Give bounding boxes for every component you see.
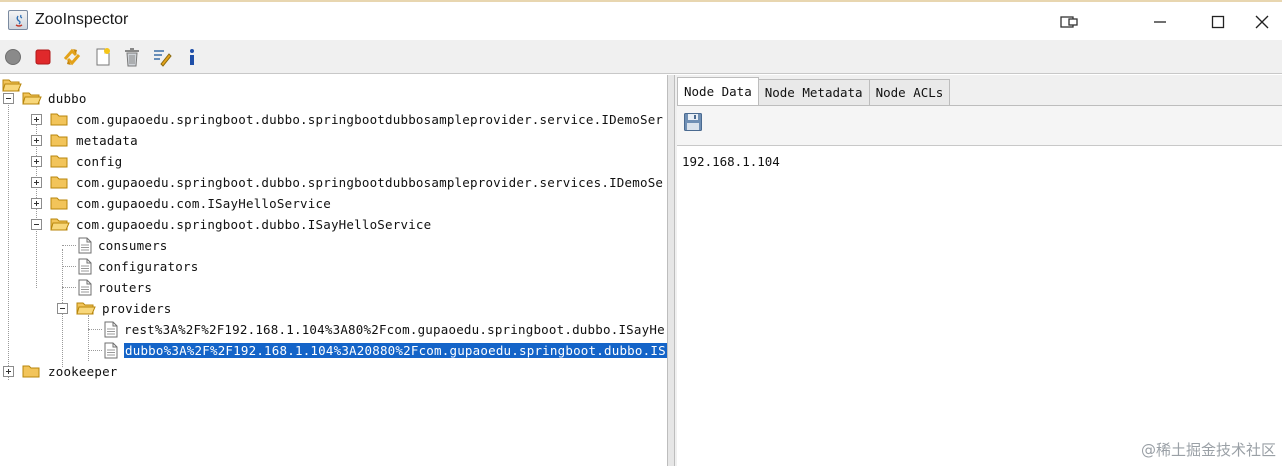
expand-toggle-icon[interactable] <box>31 135 42 146</box>
tree-folder-node[interactable]: com.gupaoedu.springboot.dubbo.springboot… <box>50 172 663 192</box>
expand-toggle-icon[interactable] <box>31 156 42 167</box>
tree-leaf-node[interactable]: consumers <box>78 235 168 255</box>
maximize-button[interactable] <box>1198 8 1238 36</box>
expand-toggle-icon[interactable] <box>31 114 42 125</box>
tree-leaf-node[interactable]: rest%3A%2F%2F192.168.1.104%3A80%2Fcom.gu… <box>104 319 665 339</box>
connect-button[interactable] <box>2 46 24 68</box>
close-button[interactable] <box>1242 8 1282 36</box>
tree-folder-node[interactable]: providers <box>76 298 172 318</box>
folder-icon <box>50 132 70 148</box>
minimize-icon <box>1154 21 1166 23</box>
tree-pane[interactable]: dubbo com.gupaoedu.springboot.dubbo.sprin… <box>0 75 667 466</box>
tree-connector-line <box>62 266 76 267</box>
file-icon <box>104 342 118 359</box>
tree-leaf-node[interactable]: routers <box>78 277 152 297</box>
tree-node-label: configurators <box>98 258 199 274</box>
expand-toggle-icon[interactable] <box>31 177 42 188</box>
disconnect-icon <box>35 49 51 65</box>
tree-connector-line <box>8 100 9 380</box>
watermark: @稀土掘金技术社区 <box>1140 441 1276 459</box>
folder-open-icon <box>76 300 96 316</box>
tree-folder-node[interactable]: com.gupaoedu.com.ISayHelloService <box>50 193 331 213</box>
title-bar: ZooInspector <box>0 0 1282 40</box>
tree-folder-node[interactable]: zookeeper <box>22 361 118 381</box>
tree-connector-line <box>88 315 89 361</box>
tree-node-label: zookeeper <box>48 363 118 379</box>
file-icon <box>104 321 118 338</box>
tree-connector-line <box>62 287 76 288</box>
add-node-button[interactable] <box>92 46 114 68</box>
window-layout-icon <box>1060 16 1078 28</box>
tab-node-data[interactable]: Node Data <box>677 77 759 105</box>
tree-leaf-node[interactable]: configurators <box>78 256 198 276</box>
minimize-button[interactable] <box>1140 8 1180 36</box>
folder-icon <box>50 153 70 169</box>
tree-folder-node[interactable]: metadata <box>50 130 138 150</box>
file-icon <box>78 258 92 275</box>
tree-leaf-node[interactable]: dubbo%3A%2F%2F192.168.1.104%3A20880%2Fco… <box>104 340 667 360</box>
toolbar <box>0 40 1282 74</box>
refresh-button[interactable] <box>61 46 83 68</box>
tree-node-label: rest%3A%2F%2F192.168.1.104%3A80%2Fcom.gu… <box>124 321 665 337</box>
file-icon <box>78 237 92 254</box>
tree-connector-line <box>88 350 102 351</box>
save-button[interactable] <box>683 112 705 134</box>
node-data-textarea[interactable]: 192.168.1.104 <box>677 145 1282 466</box>
folder-open-icon <box>50 216 70 232</box>
viewer-tabs: Node Data Node Metadata Node ACLs <box>677 77 951 105</box>
connect-icon <box>5 49 21 65</box>
tree-node-label: dubbo <box>48 90 87 106</box>
tree-node-label: config <box>76 153 123 169</box>
tree-node-label: com.gupaoedu.com.ISayHelloService <box>76 195 331 211</box>
znode-tree: dubbo com.gupaoedu.springboot.dubbo.sprin… <box>0 75 667 466</box>
node-data-value: 192.168.1.104 <box>682 154 780 169</box>
disconnect-button[interactable] <box>32 46 54 68</box>
collapse-toggle-icon[interactable] <box>57 303 68 314</box>
file-icon <box>78 279 92 296</box>
tree-folder-node[interactable]: com.gupaoedu.springboot.dubbo.ISayHelloS… <box>50 214 431 234</box>
delete-node-button[interactable] <box>121 46 143 68</box>
tree-folder-node[interactable]: dubbo <box>22 88 87 108</box>
folder-icon <box>50 111 70 127</box>
restore-layout-button[interactable] <box>1050 8 1090 36</box>
tree-node-label: consumers <box>98 237 168 253</box>
delete-node-icon <box>125 48 139 67</box>
collapse-toggle-icon[interactable] <box>31 219 42 230</box>
tree-connector-line <box>62 245 76 246</box>
node-viewer-pane: Node Data Node Metadata Node ACLs 192.16… <box>675 75 1282 466</box>
edit-button[interactable] <box>151 46 173 68</box>
tree-node-label: metadata <box>76 132 138 148</box>
tree-folder-node[interactable]: com.gupaoedu.springboot.dubbo.springboot… <box>50 109 663 129</box>
refresh-icon <box>63 48 81 66</box>
java-app-icon <box>8 10 28 30</box>
add-node-icon <box>96 48 110 66</box>
tree-node-label: com.gupaoedu.springboot.dubbo.ISayHelloS… <box>76 216 432 232</box>
tree-connector-line <box>88 329 102 330</box>
window-title: ZooInspector <box>35 11 129 28</box>
edit-icon <box>154 50 172 67</box>
save-icon <box>684 113 702 131</box>
expand-toggle-icon[interactable] <box>31 198 42 209</box>
expand-toggle-icon[interactable] <box>3 366 14 377</box>
tree-node-label: com.gupaoedu.springboot.dubbo.springboot… <box>76 111 664 127</box>
folder-icon <box>50 195 70 211</box>
folder-icon <box>50 174 70 190</box>
tree-node-label: dubbo%3A%2F%2F192.168.1.104%3A20880%2Fco… <box>123 341 667 359</box>
about-button[interactable] <box>181 46 203 68</box>
tree-folder-node[interactable]: config <box>50 151 122 171</box>
node-data-panel: 192.168.1.104 <box>677 105 1282 466</box>
tree-node-label: providers <box>102 300 172 316</box>
folder-icon <box>22 363 42 379</box>
tab-node-metadata[interactable]: Node Metadata <box>757 79 870 105</box>
info-icon <box>190 49 194 65</box>
split-pane-divider[interactable] <box>667 75 675 466</box>
folder-open-icon <box>22 90 42 106</box>
close-icon <box>1255 15 1269 29</box>
tab-node-acls[interactable]: Node ACLs <box>868 79 951 105</box>
tree-node-label: com.gupaoedu.springboot.dubbo.springboot… <box>76 174 664 190</box>
tree-node-label: routers <box>98 279 153 295</box>
maximize-icon <box>1211 15 1225 29</box>
collapse-toggle-icon[interactable] <box>3 93 14 104</box>
